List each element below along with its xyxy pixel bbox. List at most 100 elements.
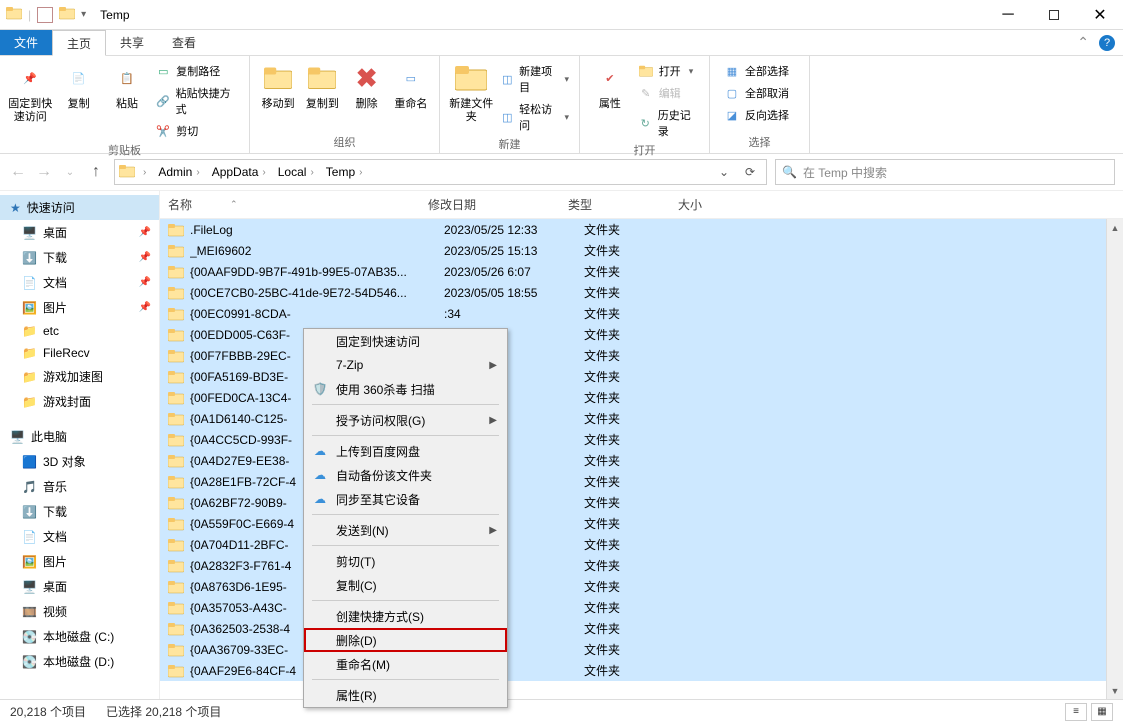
select-all-button[interactable]: ▦全部选择 (720, 62, 793, 80)
copy-path-button[interactable]: ▭复制路径 (151, 62, 243, 80)
scroll-down-button[interactable]: ▼ (1107, 682, 1123, 699)
view-details-button[interactable]: ≡ (1065, 703, 1087, 721)
col-header-date[interactable]: 修改日期 (428, 196, 568, 213)
col-header-size[interactable]: 大小 (678, 196, 758, 213)
sidebar-item-pc[interactable]: 🖥️ 桌面 (0, 574, 159, 599)
sidebar-item-qa[interactable]: 🖼️ 图片📌 (0, 295, 159, 320)
ctx-baidu-backup[interactable]: ☁自动备份该文件夹 (304, 463, 507, 487)
ctx-rename[interactable]: 重命名(M) (304, 652, 507, 676)
ribbon: 📌 固定到快速访问 📄 复制 📋 粘贴 ▭复制路径 🔗粘贴快捷方式 ✂️剪切 剪… (0, 56, 1123, 154)
sidebar-item-label: 文档 (43, 528, 67, 545)
breadcrumb-admin[interactable]: Admin› (154, 165, 205, 179)
ctx-properties[interactable]: 属性(R) (304, 683, 507, 707)
vertical-scrollbar[interactable]: ▲ ▼ (1106, 219, 1123, 699)
table-row[interactable]: {00EC0991-8CDA- :34 文件夹 (160, 303, 1123, 324)
copy-button[interactable]: 📄 复制 (54, 60, 102, 113)
cell-type: 文件夹 (584, 347, 694, 364)
scroll-up-button[interactable]: ▲ (1107, 219, 1123, 236)
minimize-button[interactable]: ─ (985, 0, 1031, 30)
open-button[interactable]: 打开▾ (634, 62, 703, 80)
col-header-name[interactable]: 名称⌃ (168, 196, 428, 213)
ctx-baidu-upload[interactable]: ☁上传到百度网盘 (304, 439, 507, 463)
properties-button[interactable]: ✔ 属性 (586, 60, 634, 113)
sidebar-this-pc[interactable]: 🖥️ 此电脑 (0, 424, 159, 449)
ctx-pin-quick-access[interactable]: 固定到快速访问 (304, 329, 507, 353)
search-box[interactable]: 🔍 在 Temp 中搜索 (775, 159, 1115, 185)
addr-history-dropdown[interactable]: ⌄ (712, 165, 736, 179)
sidebar-item-qa[interactable]: 🖥️ 桌面📌 (0, 220, 159, 245)
sidebar-item-pc[interactable]: ⬇️ 下载 (0, 499, 159, 524)
new-folder-button[interactable]: 新建文件夹 (446, 60, 497, 126)
table-row[interactable]: {00CE7CB0-25BC-41de-9E72-54D546... 2023/… (160, 282, 1123, 303)
sidebar-item-qa[interactable]: 📁 FileRecv (0, 342, 159, 364)
sidebar-item-qa[interactable]: 📄 文档📌 (0, 270, 159, 295)
sidebar-item-pc[interactable]: 🖼️ 图片 (0, 549, 159, 574)
table-row[interactable]: .FileLog 2023/05/25 12:33 文件夹 (160, 219, 1123, 240)
breadcrumb-root-chevron[interactable]: › (137, 167, 152, 178)
tab-file[interactable]: 文件 (0, 30, 52, 55)
select-none-button[interactable]: ▢全部取消 (720, 84, 793, 102)
ctx-cut[interactable]: 剪切(T) (304, 549, 507, 573)
table-row[interactable]: _MEI69602 2023/05/25 15:13 文件夹 (160, 240, 1123, 261)
qat-new-folder-icon[interactable] (59, 5, 75, 24)
group-label-organize: 组织 (250, 132, 439, 153)
item-icon: 💽 (22, 655, 37, 669)
new-item-button[interactable]: ◫新建项目▾ (497, 62, 574, 96)
qat-properties-icon[interactable] (37, 7, 53, 23)
ctx-create-shortcut[interactable]: 创建快捷方式(S) (304, 604, 507, 628)
ctx-copy[interactable]: 复制(C) (304, 573, 507, 597)
sidebar-item-pc[interactable]: 💽 本地磁盘 (C:) (0, 624, 159, 649)
move-to-button[interactable]: 移动到 (256, 60, 300, 113)
close-button[interactable]: ✕ (1077, 0, 1123, 30)
sidebar-item-qa[interactable]: ⬇️ 下载📌 (0, 245, 159, 270)
paste-button[interactable]: 📋 粘贴 (103, 60, 151, 113)
sidebar-item-qa[interactable]: 📁 游戏加速图 (0, 364, 159, 389)
ctx-baidu-sync[interactable]: ☁同步至其它设备 (304, 487, 507, 511)
tab-view[interactable]: 查看 (158, 30, 210, 55)
col-header-type[interactable]: 类型 (568, 196, 678, 213)
nav-up-button[interactable]: ↑ (86, 163, 106, 181)
sidebar-item-pc[interactable]: 🟦 3D 对象 (0, 449, 159, 474)
nav-back-button[interactable]: ← (8, 163, 28, 181)
edit-button[interactable]: ✎编辑 (634, 84, 703, 102)
ctx-360-scan[interactable]: 🛡️使用 360杀毒 扫描 (304, 377, 507, 401)
status-bar: 20,218 个项目 已选择 20,218 个项目 ≡ ▦ (0, 699, 1123, 723)
delete-button[interactable]: ✖ 删除 (345, 60, 389, 113)
breadcrumb-temp[interactable]: Temp› (322, 165, 369, 179)
ctx-grant-access[interactable]: 授予访问权限(G)▶ (304, 408, 507, 432)
nav-recent-dropdown[interactable]: ⌄ (60, 167, 80, 178)
table-row[interactable]: {00AAF9DD-9B7F-491b-99E5-07AB35... 2023/… (160, 261, 1123, 282)
sidebar-item-pc[interactable]: 💽 本地磁盘 (D:) (0, 649, 159, 674)
paste-shortcut-button[interactable]: 🔗粘贴快捷方式 (151, 84, 243, 118)
ribbon-collapse-icon[interactable]: ⌃ (1077, 34, 1089, 51)
sidebar-item-pc[interactable]: 📄 文档 (0, 524, 159, 549)
sidebar-item-pc[interactable]: 🎞️ 视频 (0, 599, 159, 624)
cell-type: 文件夹 (584, 242, 694, 259)
sidebar-item-qa[interactable]: 📁 etc (0, 320, 159, 342)
history-button[interactable]: ↻历史记录 (634, 106, 703, 140)
tab-home[interactable]: 主页 (52, 30, 106, 56)
view-icons-button[interactable]: ▦ (1091, 703, 1113, 721)
rename-button[interactable]: ▭ 重命名 (389, 60, 433, 113)
addr-refresh-button[interactable]: ⟳ (738, 165, 762, 179)
pin-to-quick-access-button[interactable]: 📌 固定到快速访问 (6, 60, 54, 126)
copy-to-button[interactable]: 复制到 (300, 60, 344, 113)
ctx-send-to[interactable]: 发送到(N)▶ (304, 518, 507, 542)
easy-access-button[interactable]: ◫轻松访问▾ (497, 100, 574, 134)
sidebar-item-pc[interactable]: 🎵 音乐 (0, 474, 159, 499)
breadcrumb-local[interactable]: Local› (274, 165, 320, 179)
sidebar-item-qa[interactable]: 📁 游戏封面 (0, 389, 159, 414)
nav-forward-button[interactable]: → (34, 163, 54, 181)
ctx-7zip[interactable]: 7-Zip▶ (304, 353, 507, 377)
breadcrumb-appdata[interactable]: AppData› (208, 165, 272, 179)
maximize-button[interactable] (1031, 0, 1077, 30)
help-icon[interactable]: ? (1099, 35, 1115, 51)
cut-button[interactable]: ✂️剪切 (151, 122, 243, 140)
qat-dropdown-icon[interactable]: ▾ (81, 9, 86, 20)
invert-selection-button[interactable]: ◪反向选择 (720, 106, 793, 124)
ctx-delete[interactable]: 删除(D) (304, 628, 507, 652)
sidebar-quick-access[interactable]: ★ 快速访问 (0, 195, 159, 220)
address-bar[interactable]: › Admin› AppData› Local› Temp› ⌄ ⟳ (114, 159, 767, 185)
tab-share[interactable]: 共享 (106, 30, 158, 55)
cell-type: 文件夹 (584, 641, 694, 658)
